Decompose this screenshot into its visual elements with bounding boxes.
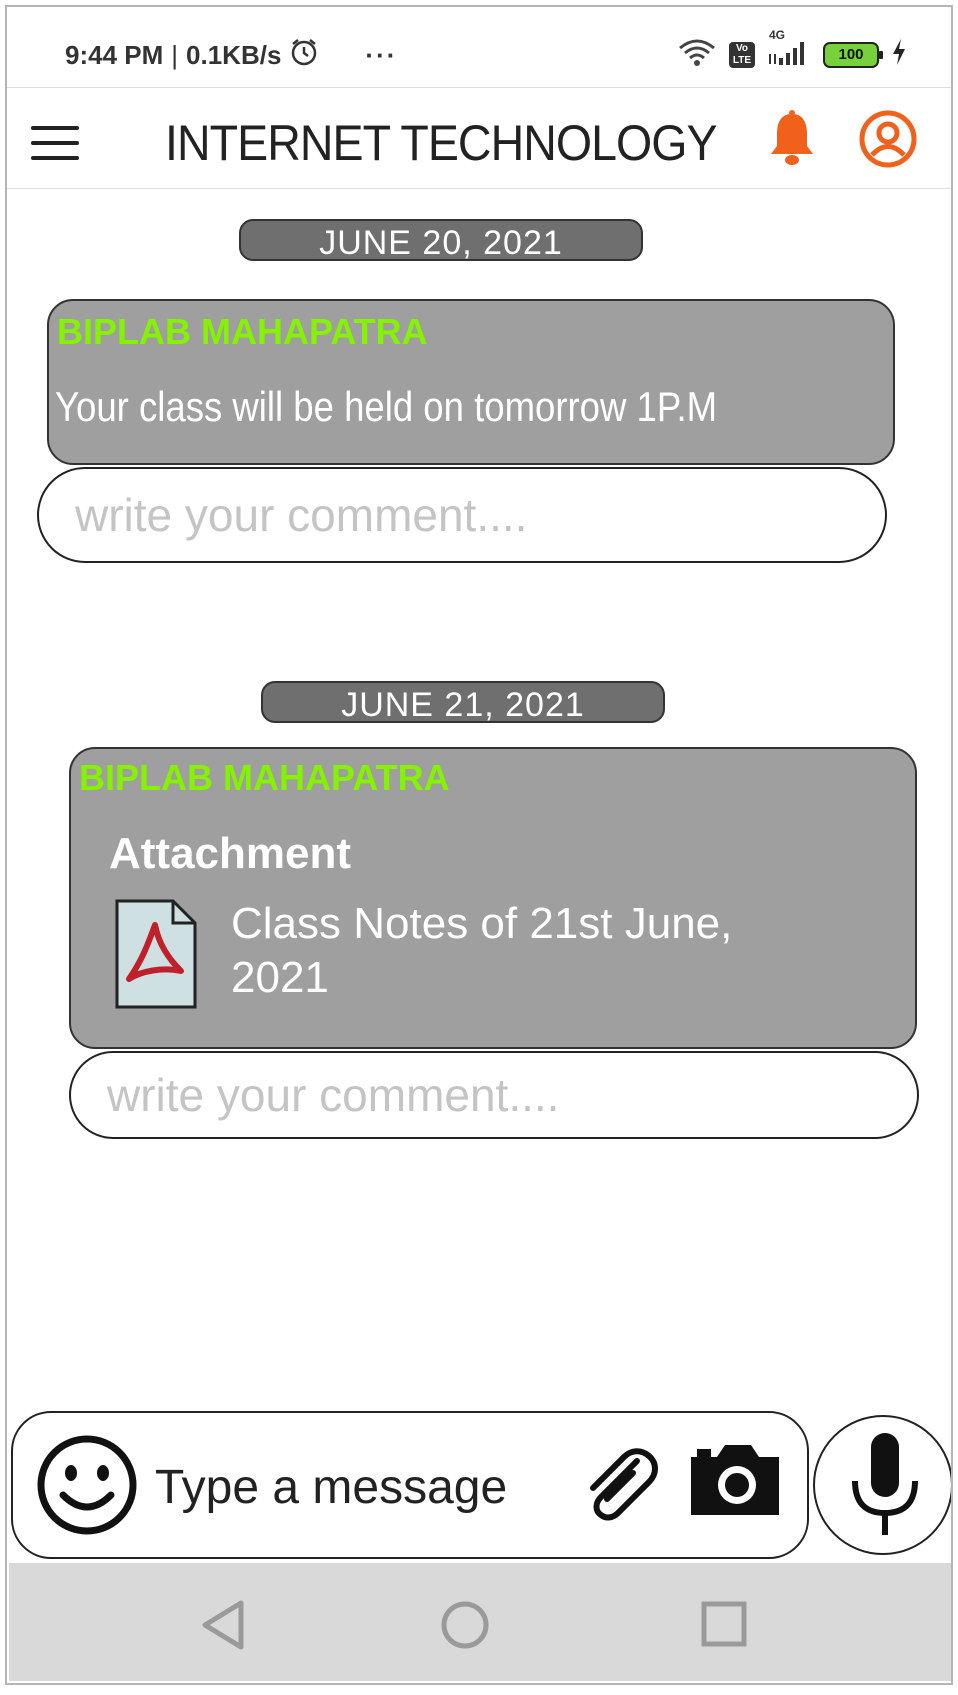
wifi-icon bbox=[677, 37, 717, 72]
bell-icon[interactable] bbox=[767, 110, 817, 171]
page-title: INTERNET TECHNOLOGY bbox=[165, 115, 718, 171]
profile-icon[interactable] bbox=[859, 110, 917, 173]
back-icon[interactable] bbox=[199, 1599, 249, 1656]
message-sender: BIPLAB MAHAPATRA bbox=[79, 757, 450, 798]
date-divider: JUNE 21, 2021 bbox=[261, 681, 665, 724]
emoji-icon[interactable] bbox=[35, 1433, 139, 1542]
comment-input[interactable] bbox=[69, 1051, 919, 1139]
battery-icon: 100 bbox=[823, 41, 883, 68]
status-time: 9:44 PM bbox=[65, 40, 164, 70]
alarm-icon bbox=[289, 37, 319, 74]
status-left: 9:44 PM | 0.1KB/s ··· bbox=[65, 37, 397, 74]
date-divider: JUNE 20, 2021 bbox=[239, 219, 643, 262]
app-header: INTERNET TECHNOLOGY bbox=[7, 87, 951, 189]
status-right: Vo LTE 4G 100 bbox=[677, 28, 907, 72]
comment-input[interactable] bbox=[37, 467, 887, 563]
status-bar: 9:44 PM | 0.1KB/s ··· Vo LTE 4G 100 bbox=[7, 7, 951, 87]
recents-icon[interactable] bbox=[699, 1599, 749, 1654]
camera-icon[interactable] bbox=[689, 1443, 781, 1522]
phone-screen: 9:44 PM | 0.1KB/s ··· Vo LTE 4G 100 INTE… bbox=[5, 5, 953, 1685]
attachment-label: Attachment bbox=[109, 829, 352, 878]
signal-icon: 4G bbox=[767, 28, 811, 71]
message-text: Your class will be held on tomorrow 1P.M bbox=[55, 383, 718, 430]
network-type-label: 4G bbox=[769, 28, 786, 42]
message-composer bbox=[11, 1411, 809, 1559]
message-bubble[interactable]: BIPLAB MAHAPATRA Your class will be held… bbox=[47, 299, 895, 465]
status-separator: | bbox=[171, 40, 179, 70]
system-nav-bar bbox=[9, 1563, 951, 1681]
attachment-clip-icon[interactable] bbox=[581, 1447, 659, 1530]
menu-icon[interactable] bbox=[31, 126, 79, 160]
pdf-icon[interactable] bbox=[113, 897, 199, 1016]
home-icon[interactable] bbox=[439, 1599, 491, 1656]
message-sender: BIPLAB MAHAPATRA bbox=[57, 311, 428, 352]
mic-icon bbox=[849, 1433, 921, 1542]
message-bubble[interactable]: BIPLAB MAHAPATRA Attachment Class Notes … bbox=[69, 747, 917, 1049]
volte-icon: Vo LTE bbox=[729, 41, 755, 68]
mic-button[interactable] bbox=[813, 1415, 951, 1555]
charging-icon bbox=[891, 38, 907, 71]
status-network-speed: 0.1KB/s bbox=[186, 40, 282, 70]
more-notifications-icon: ··· bbox=[365, 40, 398, 70]
message-input[interactable] bbox=[153, 1451, 537, 1523]
attachment-filename[interactable]: Class Notes of 21st June, 2021 bbox=[231, 897, 831, 1005]
